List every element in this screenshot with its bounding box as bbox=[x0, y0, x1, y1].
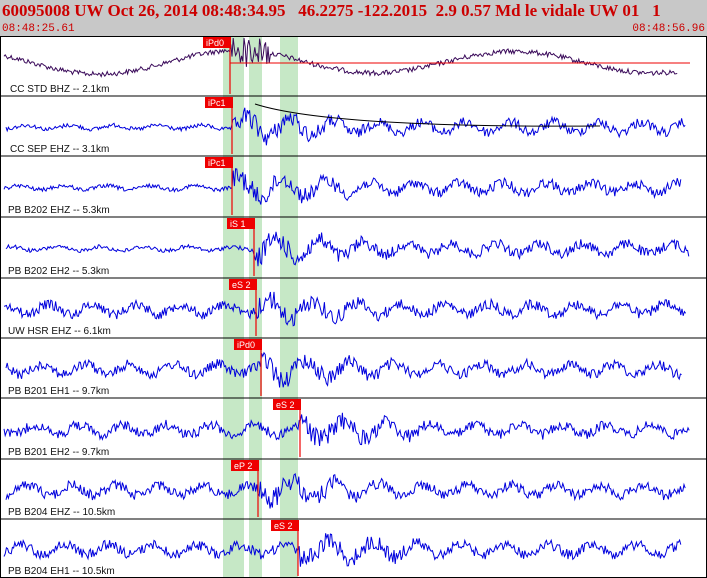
pick-label: eP 2 bbox=[234, 461, 252, 471]
waveform-trace bbox=[5, 472, 686, 509]
channel-label: PB B201 EH2 -- 9.7km bbox=[8, 447, 109, 458]
waveform-trace bbox=[3, 412, 690, 447]
waveform-trace bbox=[3, 291, 687, 327]
event-summary: 60095008 UW Oct 26, 2014 08:48:34.95 46.… bbox=[2, 1, 661, 20]
channel-label: CC SEP EHZ -- 3.1km bbox=[10, 144, 109, 155]
event-header-bar: 60095008 UW Oct 26, 2014 08:48:34.95 46.… bbox=[0, 0, 707, 36]
pick-label: iPc1 bbox=[208, 158, 226, 168]
channel-label: CC STD BHZ -- 2.1km bbox=[10, 84, 109, 95]
pick-label: eS 2 bbox=[232, 280, 251, 290]
channel-label: PB B202 EH2 -- 5.3km bbox=[8, 266, 109, 277]
pick-label: iPd0 bbox=[206, 38, 224, 48]
waveform-trace bbox=[3, 37, 678, 78]
window-end-time: 08:48:56.96 bbox=[632, 23, 705, 35]
channel-label: PB B204 EH1 -- 10.5km bbox=[8, 566, 115, 577]
channel-label: PB B202 EHZ -- 5.3km bbox=[8, 205, 110, 216]
pick-label: eS 2 bbox=[274, 521, 293, 531]
channel-label: PB B201 EH1 -- 9.7km bbox=[8, 386, 109, 397]
channel-label: PB B204 EHZ -- 10.5km bbox=[8, 507, 115, 518]
waveform-trace bbox=[3, 168, 682, 205]
pick-label: iPd0 bbox=[237, 340, 255, 350]
waveform-trace bbox=[3, 533, 682, 567]
seismogram-panel[interactable]: iPd0 CC STD BHZ -- 2.1km iPc1 CC SEP EHZ --… bbox=[0, 36, 707, 578]
pick-label: iPc1 bbox=[208, 98, 226, 108]
pick-label: eS 2 bbox=[276, 400, 295, 410]
waveform-trace bbox=[5, 231, 690, 267]
pick-label: iS 1 bbox=[230, 219, 246, 229]
waveform-trace bbox=[5, 351, 682, 388]
channel-label: UW HSR EHZ -- 6.1km bbox=[8, 326, 111, 337]
window-start-time: 08:48:25.61 bbox=[2, 23, 75, 35]
